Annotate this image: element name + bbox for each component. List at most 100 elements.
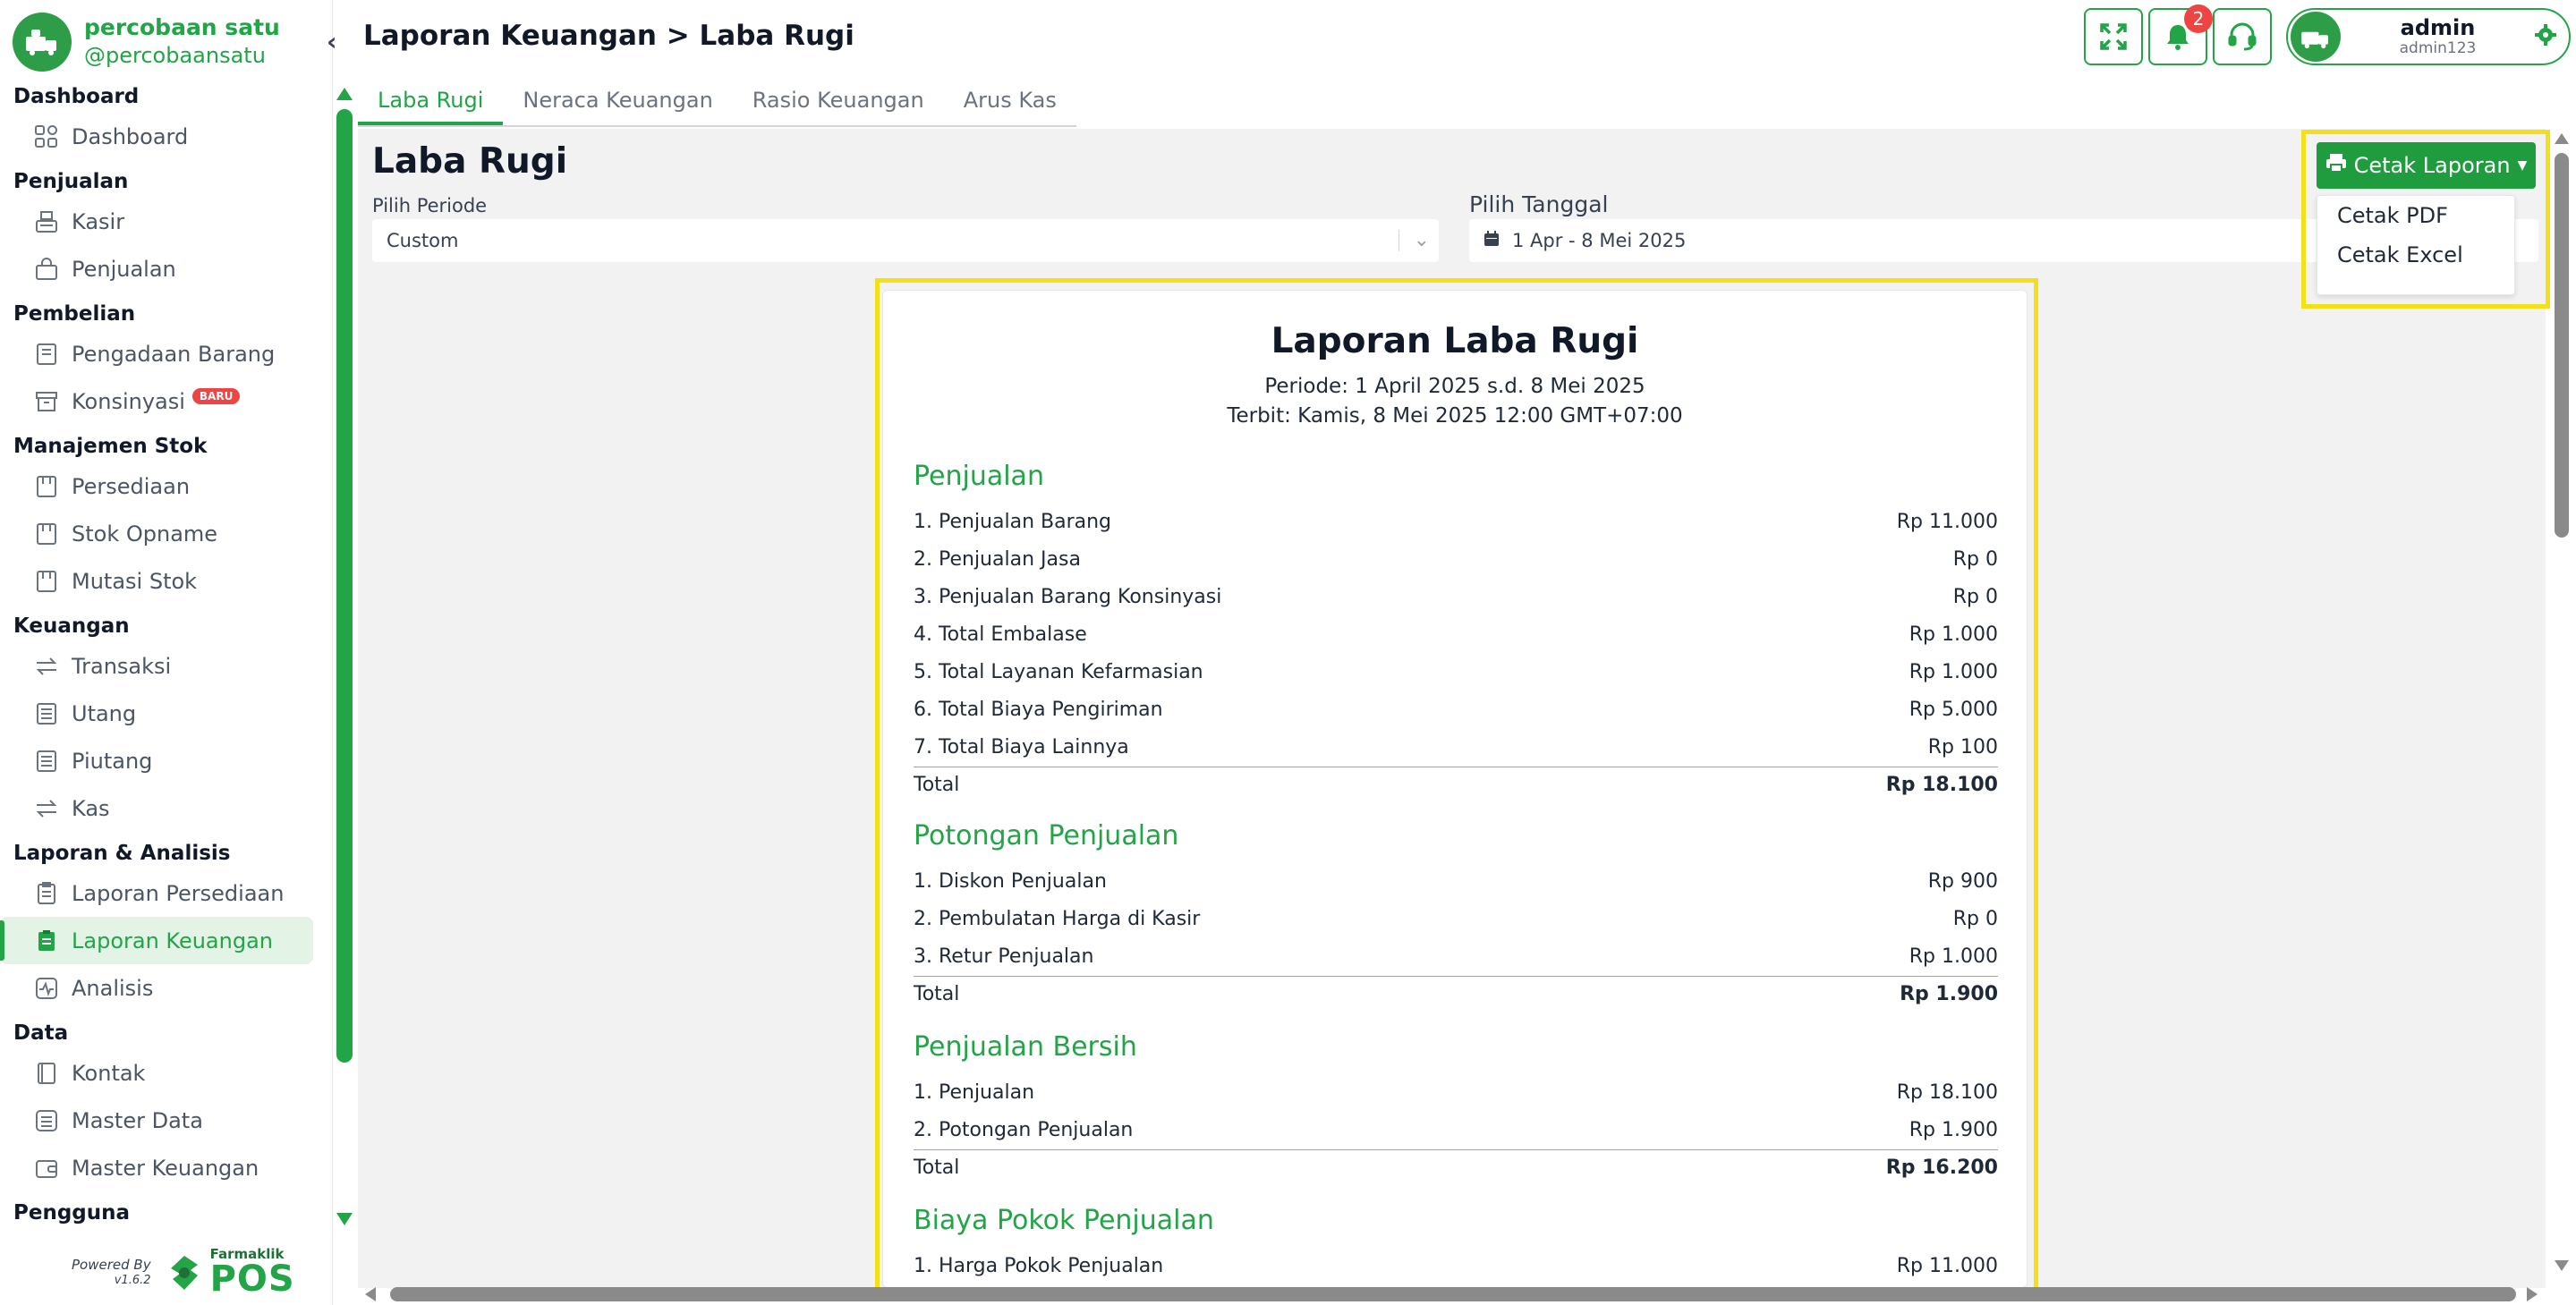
scroll-down-icon[interactable] (336, 1213, 353, 1225)
sidebar-item-master-data[interactable]: Master Data (0, 1097, 322, 1144)
periode-label: Pilih Periode (372, 195, 488, 216)
tab-laba-rugi[interactable]: Laba Rugi (358, 75, 504, 125)
report-heading: Laba Rugi (372, 141, 568, 182)
store-name: percobaan satu (84, 14, 280, 40)
sidebar-item-label: Laporan Persediaan (72, 880, 285, 906)
headset-icon (2228, 22, 2257, 51)
collapse-sidebar-icon[interactable]: ‹ (327, 27, 337, 56)
print-report-button[interactable]: Cetak Laporan ▼ (2317, 142, 2536, 189)
sidebar-item-laporan-persediaan[interactable]: Laporan Persediaan (0, 869, 322, 917)
tab-neraca-keuangan[interactable]: Neraca Keuangan (503, 75, 732, 125)
sidebar-item-kasir[interactable]: Kasir (0, 198, 322, 245)
row-label: 6. Total Biaya Pengiriman (914, 698, 1163, 721)
tanggal-label: Pilih Tanggal (1469, 191, 1609, 217)
gear-icon[interactable] (2535, 24, 2556, 49)
report-row: 1. Harga Pokok Penjualan Rp 11.000 (914, 1248, 1998, 1284)
sidebar-item-penjualan[interactable]: Penjualan (0, 245, 322, 292)
list-icon (30, 1105, 63, 1137)
row-label: 3. Retur Penjualan (914, 945, 1094, 968)
sidebar-item-dashboard[interactable]: Dashboard (0, 113, 322, 160)
sidebar-item-label: Dashboard (72, 123, 189, 149)
periode-value: Custom (387, 230, 459, 251)
sidebar-item-stok-opname[interactable]: Stok Opname (0, 510, 322, 557)
notification-button[interactable]: 2 (2148, 4, 2213, 65)
report-terbit: Terbit: Kamis, 8 Mei 2025 12:00 GMT+07:0… (1227, 404, 1683, 428)
report-row: 4. Total Embalase Rp 1.000 (914, 616, 1998, 652)
scroll-left-icon[interactable] (365, 1287, 376, 1301)
report-periode: Periode: 1 April 2025 s.d. 8 Mei 2025 (1264, 375, 1645, 398)
report-row: 1. Penjualan Barang Rp 11.000 (914, 504, 1998, 539)
print-pdf-option[interactable]: Cetak PDF (2317, 196, 2514, 235)
sidebar-item-laporan-keuangan[interactable]: Laporan Keuangan (0, 917, 313, 964)
periode-select[interactable]: Custom ⌄ (372, 219, 1439, 262)
sidebar-item-analisis[interactable]: Analisis (0, 964, 322, 1012)
sidebar-item-transaksi[interactable]: Transaksi (0, 642, 322, 690)
print-excel-option[interactable]: Cetak Excel (2317, 235, 2514, 275)
sidebar-item-utang[interactable]: Utang (0, 690, 322, 737)
contact-book-icon (30, 1057, 63, 1089)
scroll-up-icon[interactable] (336, 88, 353, 100)
sidebar-item-label: Stok Opname (72, 521, 218, 547)
report-row: 6. Total Biaya Pengiriman Rp 5.000 (914, 691, 1998, 727)
row-label: 2. Potongan Penjualan (914, 1118, 1134, 1141)
row-value: Rp 900 (1927, 869, 1998, 893)
row-value: Rp 0 (1952, 547, 1998, 571)
scroll-right-icon[interactable] (2527, 1287, 2538, 1301)
sidebar-item-persediaan[interactable]: Persediaan (0, 462, 322, 510)
row-label: 1. Penjualan Barang (914, 510, 1112, 533)
sidebar-item-label: Konsinyasi (72, 388, 185, 414)
clipboard-icon (30, 925, 63, 957)
scroll-up-icon[interactable] (2555, 133, 2569, 144)
row-value: Rp 0 (1952, 585, 1998, 608)
sidebar-item-label: Mutasi Stok (72, 568, 198, 594)
support-button[interactable] (2213, 8, 2272, 65)
avatar (2291, 12, 2341, 62)
sidebar-item-label: Master Keuangan (72, 1155, 259, 1181)
sidebar-item-label: Piutang (72, 748, 153, 774)
row-value: Rp 1.000 (1909, 945, 1998, 968)
sidebar-item-konsinyasi[interactable]: Konsinyasi BARU (0, 377, 322, 425)
activity-icon (30, 972, 63, 1004)
report-total-row: Total Rp 16.200 (914, 1149, 1998, 1185)
scroll-thumb[interactable] (2555, 153, 2569, 538)
report-row: 2. Potongan Penjualan Rp 1.900 (914, 1112, 1998, 1148)
document-icon (30, 745, 63, 777)
sidebar-item-pengadaan-barang[interactable]: Pengadaan Barang (0, 330, 322, 377)
sidebar-item-kontak[interactable]: Kontak (0, 1049, 322, 1097)
sidebar-item-label: Analisis (72, 975, 154, 1001)
top-header: Laporan Keuangan > Laba Rugi 2 admin adm… (358, 0, 2576, 75)
sidebar-item-kas[interactable]: Kas (0, 784, 322, 832)
fullscreen-button[interactable] (2084, 8, 2143, 65)
chevron-down-icon[interactable]: ⌄ (1414, 219, 1430, 262)
total-value: Rp 16.200 (1885, 1157, 1998, 1179)
row-label: 2. Penjualan Jasa (914, 547, 1081, 571)
horizontal-scrollbar[interactable] (358, 1284, 2546, 1304)
menu-heading: Data (13, 1021, 69, 1045)
row-label: 2. Pembulatan Harga di Kasir (914, 907, 1201, 930)
total-value: Rp 18.100 (1885, 774, 1998, 796)
wallet-icon (30, 1152, 63, 1184)
sidebar-item-mutasi-stok[interactable]: Mutasi Stok (0, 557, 322, 605)
scroll-down-icon[interactable] (2555, 1260, 2569, 1271)
sidebar-item-master-keuangan[interactable]: Master Keuangan (0, 1144, 322, 1191)
product-big: POS (209, 1258, 295, 1300)
scroll-thumb[interactable] (336, 109, 353, 1063)
box-icon (30, 565, 63, 597)
report-title: Laporan Laba Rugi (1271, 321, 1639, 361)
row-value: Rp 11.000 (1896, 510, 1998, 533)
sidebar-item-piutang[interactable]: Piutang (0, 737, 322, 784)
user-menu[interactable]: admin admin123 (2286, 8, 2571, 65)
menu-heading: Keuangan (13, 614, 130, 638)
tab-arus-kas[interactable]: Arus Kas (944, 75, 1076, 125)
sidebar-item-label: Master Data (72, 1107, 203, 1133)
tab-rasio-keuangan[interactable]: Rasio Keuangan (733, 75, 944, 125)
report-tabs: Laba Rugi Neraca Keuangan Rasio Keuangan… (358, 75, 1076, 127)
scroll-thumb[interactable] (390, 1287, 2516, 1301)
row-label: 1. Harga Pokok Penjualan (914, 1254, 1164, 1277)
row-value: Rp 1.000 (1909, 660, 1998, 683)
sidebar-menu: Dashboard Dashboard Penjualan Kasir Penj… (0, 81, 322, 1234)
vertical-scrollbar[interactable] (2552, 130, 2573, 1279)
brand[interactable]: percobaan satu @percobaansatu (13, 11, 280, 73)
sidebar-scrollbar[interactable] (333, 88, 356, 1234)
expand-icon (2100, 23, 2127, 50)
